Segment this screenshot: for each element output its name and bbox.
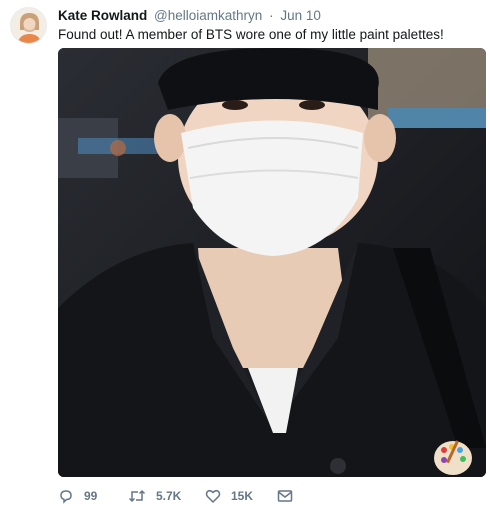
retweet-icon xyxy=(128,489,146,503)
tweet-text: Found out! A member of BTS wore one of m… xyxy=(58,27,444,42)
tweet-actions: 99 5.7K 15K xyxy=(58,487,307,505)
retweet-button[interactable]: 5.7K xyxy=(128,488,205,504)
reply-count: 99 xyxy=(84,489,98,503)
separator: · xyxy=(269,8,274,23)
heart-icon xyxy=(205,489,221,504)
tweet-card: Kate Rowland @helloiamkathryn · Jun 10 F… xyxy=(0,0,490,512)
like-count: 15K xyxy=(231,489,254,503)
reply-icon xyxy=(60,490,72,504)
reply-button[interactable]: 99 xyxy=(58,488,128,504)
envelope-icon xyxy=(277,490,293,502)
avatar[interactable] xyxy=(10,7,47,44)
direct-message-button[interactable] xyxy=(277,489,307,503)
tweet-header: Kate Rowland @helloiamkathryn · Jun 10 xyxy=(58,8,321,24)
like-button[interactable]: 15K xyxy=(205,488,277,504)
retweet-count: 5.7K xyxy=(156,489,182,503)
tweet-date[interactable]: Jun 10 xyxy=(280,8,321,23)
tweet-photo[interactable] xyxy=(58,48,486,477)
display-name[interactable]: Kate Rowland xyxy=(58,8,147,23)
user-handle[interactable]: @helloiamkathryn xyxy=(154,8,262,23)
